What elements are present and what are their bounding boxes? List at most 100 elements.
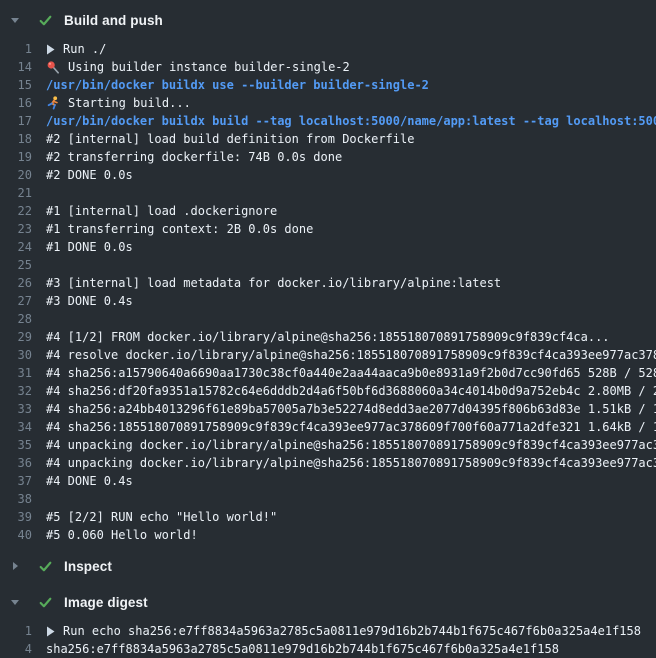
log-line: 18 #2 [internal] load build definition fr… <box>0 130 656 148</box>
line-number[interactable]: 37 <box>0 472 32 490</box>
line-text: #3 DONE 0.4s <box>46 292 133 310</box>
log-line: 35#4 unpacking docker.io/library/alpine@… <box>0 436 656 454</box>
line-content: #5 0.060 Hello world! <box>32 526 198 544</box>
log-line: 4 sha256:e7ff8834a5963a2785c5a0811e979d16… <box>0 640 656 658</box>
line-text: #2 DONE 0.0s <box>46 166 133 184</box>
line-text: #4 resolve docker.io/library/alpine@sha2… <box>46 346 656 364</box>
line-content: /usr/bin/docker buildx build --tag local… <box>32 112 656 130</box>
line-content: Starting build... <box>32 94 191 112</box>
line-text: /usr/bin/docker buildx use --builder bui… <box>46 76 429 94</box>
check-icon <box>38 559 53 574</box>
line-text: #1 transferring context: 2B 0.0s done <box>46 220 313 238</box>
line-number[interactable]: 19 <box>0 148 32 166</box>
line-text: #4 unpacking docker.io/library/alpine@sh… <box>46 454 656 472</box>
line-text: Run echo sha256:e7ff8834a5963a2785c5a081… <box>63 622 641 640</box>
line-content: #4 [1/2] FROM docker.io/library/alpine@s… <box>32 328 610 346</box>
log-line: 40#5 0.060 Hello world! <box>0 526 656 544</box>
line-number[interactable]: 25 <box>0 256 32 274</box>
play-icon[interactable] <box>46 44 55 55</box>
line-number[interactable]: 14 <box>0 58 32 76</box>
pushpin-icon <box>46 60 60 74</box>
section-title: Build and push <box>64 13 163 28</box>
line-number[interactable]: 1 <box>0 40 32 58</box>
line-number[interactable]: 31 <box>0 364 32 382</box>
chevron-box <box>10 15 38 25</box>
line-text: Run ./ <box>63 40 106 58</box>
line-content: #2 [internal] load build definition from… <box>32 130 414 148</box>
line-number[interactable]: 35 <box>0 436 32 454</box>
line-number[interactable]: 24 <box>0 238 32 256</box>
line-number[interactable]: 40 <box>0 526 32 544</box>
log-line: 31#4 sha256:a15790640a6690aa1730c38cf0a4… <box>0 364 656 382</box>
line-text: sha256:e7ff8834a5963a2785c5a0811e979d16b… <box>46 640 559 658</box>
line-content: Run ./ <box>32 40 106 58</box>
line-text: #1 DONE 0.0s <box>46 238 133 256</box>
line-content: #2 DONE 0.0s <box>32 166 133 184</box>
chevron-down-icon <box>10 15 20 25</box>
workflow-log: Build and push1Run ./14Using builder ins… <box>0 0 656 658</box>
line-number[interactable]: 20 <box>0 166 32 184</box>
section-header-inspect[interactable]: Inspect <box>0 552 656 580</box>
log-line: 1 Run echo sha256:e7ff8834a5963a2785c5a08… <box>0 622 656 640</box>
log-line: 17/usr/bin/docker buildx build --tag loc… <box>0 112 656 130</box>
line-content: #3 DONE 0.4s <box>32 292 133 310</box>
log-line: 28 <box>0 310 656 328</box>
log-line: 37 #4 DONE 0.4s <box>0 472 656 490</box>
line-number[interactable]: 23 <box>0 220 32 238</box>
log-line: 27 #3 DONE 0.4s <box>0 292 656 310</box>
section-header-image-digest[interactable]: Image digest <box>0 588 656 616</box>
log-line: 30 #4 resolve docker.io/library/alpine@sh… <box>0 346 656 364</box>
line-content: #1 DONE 0.0s <box>32 238 133 256</box>
line-content: #5 [2/2] RUN echo "Hello world!" <box>32 508 277 526</box>
line-text: #4 [1/2] FROM docker.io/library/alpine@s… <box>46 328 610 346</box>
line-number[interactable]: 16 <box>0 94 32 112</box>
line-content <box>32 184 46 202</box>
section-title: Image digest <box>64 595 148 610</box>
runner-icon <box>46 96 60 110</box>
line-number[interactable]: 26 <box>0 274 32 292</box>
log-line: 21 <box>0 184 656 202</box>
line-number[interactable]: 39 <box>0 508 32 526</box>
log-line: 36 #4 unpacking docker.io/library/alpine@… <box>0 454 656 472</box>
line-number[interactable]: 17 <box>0 112 32 130</box>
line-number[interactable]: 32 <box>0 382 32 400</box>
line-number[interactable]: 34 <box>0 418 32 436</box>
line-number[interactable]: 29 <box>0 328 32 346</box>
log-lines-build-and-push: 1 Run ./ 14 Using builder instance builder-… <box>0 40 656 544</box>
line-number[interactable]: 27 <box>0 292 32 310</box>
line-text: Using builder instance builder-single-2 <box>68 58 350 76</box>
line-content <box>32 490 46 508</box>
line-text: #4 sha256:a24bb4013296f61e89ba57005a7b3e… <box>46 400 656 418</box>
log-line: 38 <box>0 490 656 508</box>
line-number[interactable]: 22 <box>0 202 32 220</box>
line-number[interactable]: 28 <box>0 310 32 328</box>
line-text: #5 [2/2] RUN echo "Hello world!" <box>46 508 277 526</box>
check-icon <box>38 13 53 28</box>
line-number[interactable]: 4 <box>0 640 32 658</box>
line-number[interactable]: 33 <box>0 400 32 418</box>
line-number[interactable]: 30 <box>0 346 32 364</box>
line-text: #4 DONE 0.4s <box>46 472 133 490</box>
line-number[interactable]: 1 <box>0 622 32 640</box>
line-number[interactable]: 18 <box>0 130 32 148</box>
section-header-build-and-push[interactable]: Build and push <box>0 6 656 34</box>
line-number[interactable]: 21 <box>0 184 32 202</box>
section-title: Inspect <box>64 559 112 574</box>
line-text: #2 [internal] load build definition from… <box>46 130 414 148</box>
log-line: 25 <box>0 256 656 274</box>
play-icon[interactable] <box>46 626 55 637</box>
line-text: #2 transferring dockerfile: 74B 0.0s don… <box>46 148 342 166</box>
log-line: 39 #5 [2/2] RUN echo "Hello world!" <box>0 508 656 526</box>
log-line: 23 #1 transferring context: 2B 0.0s done <box>0 220 656 238</box>
chevron-box <box>10 561 38 571</box>
line-number[interactable]: 36 <box>0 454 32 472</box>
line-content: #1 [internal] load .dockerignore <box>32 202 277 220</box>
chevron-right-icon <box>10 561 20 571</box>
line-number[interactable]: 15 <box>0 76 32 94</box>
log-line: 1 Run ./ <box>0 40 656 58</box>
line-number[interactable]: 38 <box>0 490 32 508</box>
check-icon <box>38 595 53 610</box>
line-content: #4 resolve docker.io/library/alpine@sha2… <box>32 346 656 364</box>
log-line: 22#1 [internal] load .dockerignore <box>0 202 656 220</box>
line-content <box>32 256 46 274</box>
